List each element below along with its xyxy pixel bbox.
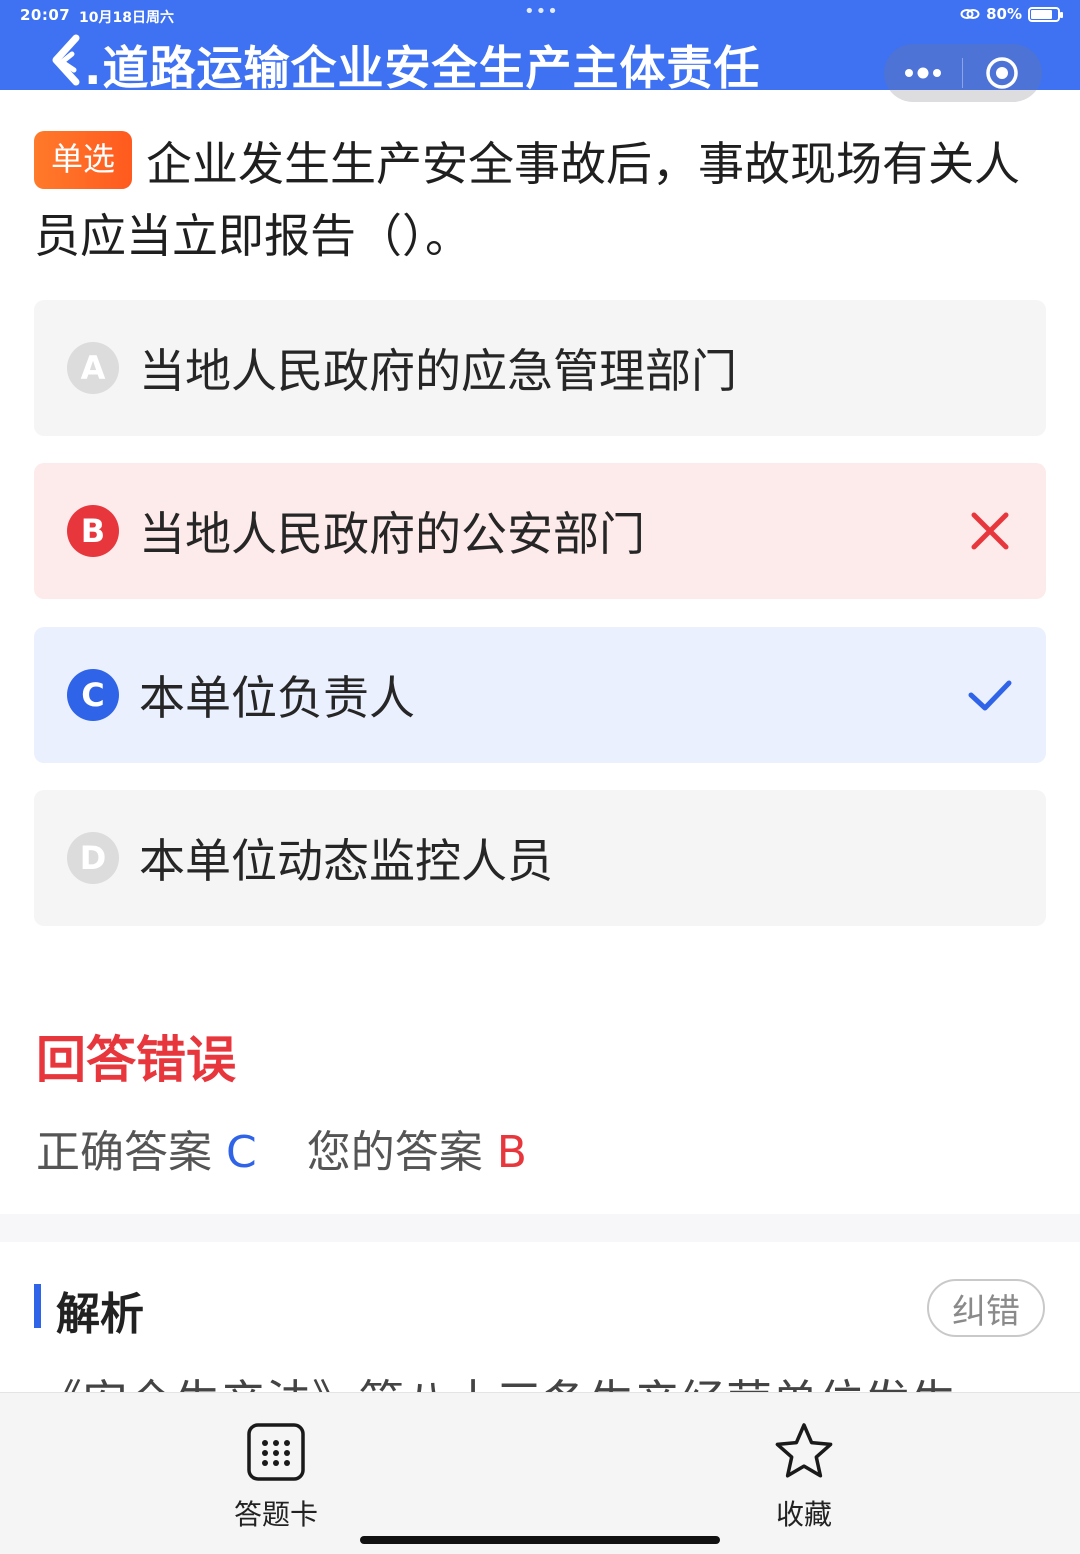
- cross-icon: [971, 512, 1009, 550]
- battery-icon: [1028, 6, 1063, 22]
- option-text: 本单位动态监控人员: [139, 834, 553, 888]
- analysis-title: 解析: [56, 1289, 144, 1340]
- bottom-bar: 答题卡 收藏: [0, 1392, 1080, 1554]
- section-divider: [0, 1214, 1080, 1242]
- page-title: .道路运输企业安全生产主体责任: [84, 41, 761, 95]
- question-text: 企业发生生产安全事故后，事故现场有关人员应当立即报告（）。: [34, 137, 1021, 263]
- more-button[interactable]: [884, 44, 962, 102]
- status-right: 80%: [960, 5, 1063, 23]
- close-button[interactable]: [963, 44, 1041, 102]
- link-icon: [960, 9, 980, 19]
- result-title: 回答错误: [36, 1031, 236, 1089]
- analysis-accent-bar: [34, 1284, 41, 1328]
- star-icon: [775, 1423, 833, 1478]
- analysis-text: 《安全生产法》第八十三条生产经营单位发生: [36, 1372, 1046, 1394]
- report-error-button[interactable]: 纠错: [927, 1279, 1045, 1337]
- battery-fill: [1031, 9, 1052, 19]
- mini-program-capsule: [884, 44, 1042, 102]
- option-c[interactable]: C 本单位负责人: [34, 627, 1046, 763]
- answer-summary: 正确答案 C 您的答案 B: [36, 1116, 527, 1180]
- battery-percent: 80%: [986, 5, 1022, 23]
- more-dots-icon: [905, 67, 941, 79]
- correct-answer-label: 正确答案: [36, 1127, 212, 1178]
- option-text: 当地人民政府的应急管理部门: [139, 344, 737, 398]
- my-answer-label: 您的答案: [306, 1127, 483, 1178]
- my-answer-value: B: [496, 1127, 527, 1178]
- status-date: 10月18日周六: [79, 10, 174, 26]
- option-b[interactable]: B 当地人民政府的公安部门: [34, 463, 1046, 599]
- option-d[interactable]: D 本单位动态监控人员: [34, 790, 1046, 926]
- target-close-icon: [986, 57, 1018, 89]
- multitask-dots[interactable]: •••: [524, 1, 559, 22]
- home-indicator: [360, 1536, 720, 1544]
- option-letter: B: [67, 505, 119, 557]
- option-text: 当地人民政府的公安部门: [139, 507, 645, 561]
- option-letter: C: [67, 669, 119, 721]
- question-block: 单选 企业发生生产安全事故后，事故现场有关人员应当立即报告（）。: [34, 128, 1049, 272]
- option-text: 本单位负责人: [139, 671, 415, 725]
- back-icon[interactable]: [48, 34, 88, 88]
- top-bar: 20:07 10月18日周六 ••• 80% .道路运输企业安全生产主体责任: [0, 0, 1080, 102]
- check-icon: [968, 680, 1012, 711]
- favorite-label: 收藏: [775, 1498, 832, 1531]
- option-letter: A: [67, 342, 119, 394]
- favorite-button[interactable]: 收藏: [724, 1421, 884, 1533]
- status-time: 20:07: [20, 6, 71, 24]
- question-type-badge: 单选: [34, 131, 133, 189]
- answer-card-button[interactable]: 答题卡: [196, 1421, 356, 1533]
- option-letter: D: [67, 832, 119, 884]
- option-a[interactable]: A 当地人民政府的应急管理部门: [34, 300, 1046, 436]
- correct-answer-value: C: [226, 1127, 257, 1178]
- grid-icon: [247, 1423, 305, 1481]
- answer-card-label: 答题卡: [233, 1498, 318, 1531]
